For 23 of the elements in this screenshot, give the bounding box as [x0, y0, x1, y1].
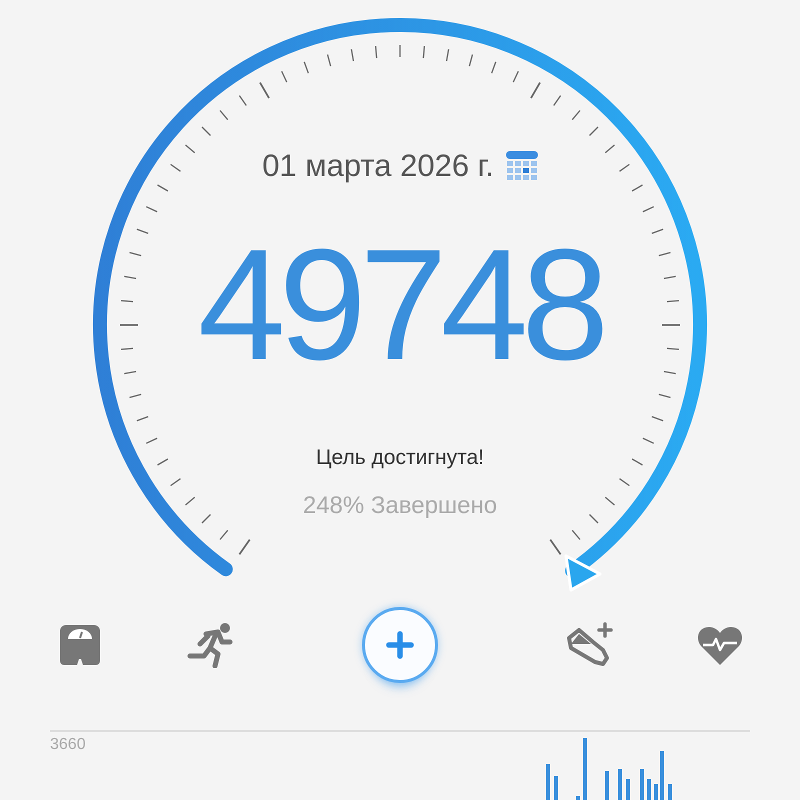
chart-bar: [626, 779, 630, 800]
chart-bar: [668, 784, 672, 800]
runner-icon[interactable]: [186, 622, 234, 668]
chart-bar: [660, 751, 664, 800]
chart-bar: [647, 779, 651, 800]
chart-bar: [576, 796, 580, 800]
chart-max-label: 3660: [50, 736, 86, 754]
step-count: 49748: [198, 226, 602, 384]
add-button[interactable]: [362, 607, 438, 683]
chart-bar: [554, 776, 558, 800]
scale-icon[interactable]: [58, 623, 102, 667]
chart-bar: [605, 771, 609, 800]
calendar-icon[interactable]: [506, 151, 538, 181]
goal-message: Цель достигнута!: [316, 446, 484, 470]
chart-bar: [640, 769, 644, 800]
chart-bar: [546, 764, 550, 800]
chart-bar: [654, 784, 658, 800]
date-label: 01 марта 2026 г.: [262, 148, 494, 184]
chart-bar: [618, 769, 622, 800]
completion-text: 248% Завершено: [302, 492, 498, 520]
heart-pulse-icon[interactable]: [697, 625, 743, 665]
chart-bar: [583, 738, 587, 800]
progress-arrow-head: [564, 554, 602, 592]
